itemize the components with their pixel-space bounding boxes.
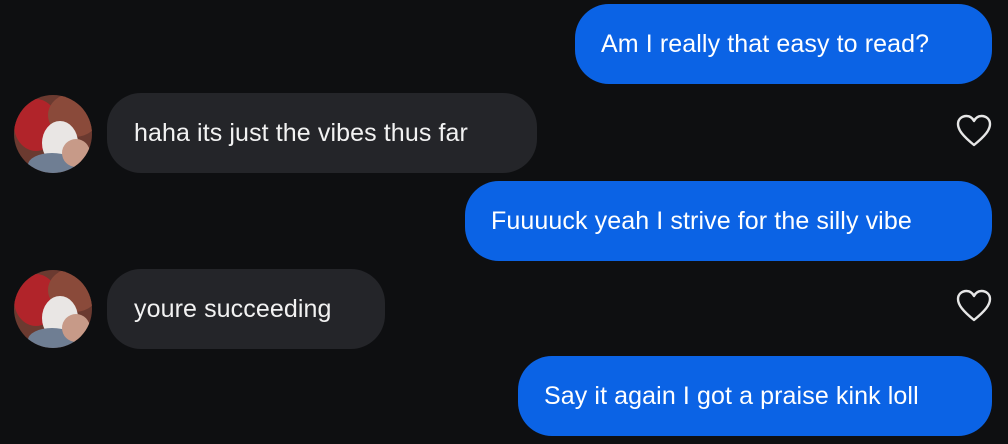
contact-avatar-icon [14,95,92,173]
message-text: Am I really that easy to read? [601,29,930,58]
heart-outline-icon[interactable] [956,114,992,148]
contact-avatar[interactable] [14,270,92,348]
outgoing-message-bubble[interactable]: Am I really that easy to read? [575,4,992,84]
message-thread: Am I really that easy to read? haha its … [0,0,1008,444]
outgoing-message-bubble[interactable]: Say it again I got a praise kink loll [518,356,992,436]
heart-outline-icon[interactable] [956,289,992,323]
message-text: youre succeeding [134,294,332,323]
contact-avatar-icon [14,270,92,348]
outgoing-message-bubble[interactable]: Fuuuuck yeah I strive for the silly vibe [465,181,992,261]
message-text: Fuuuuck yeah I strive for the silly vibe [491,206,912,235]
contact-avatar[interactable] [14,95,92,173]
incoming-message-bubble[interactable]: haha its just the vibes thus far [107,93,537,173]
message-text: Say it again I got a praise kink loll [544,381,919,410]
message-text: haha its just the vibes thus far [134,118,468,147]
incoming-message-bubble[interactable]: youre succeeding [107,269,385,349]
